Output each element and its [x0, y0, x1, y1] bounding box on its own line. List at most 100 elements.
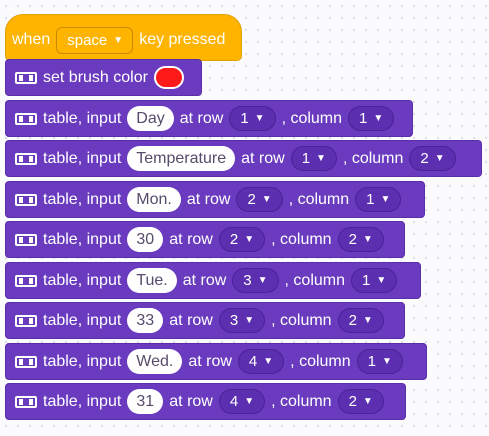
- at-row-label: at row: [179, 109, 224, 127]
- table-input-label: table, input: [43, 311, 122, 329]
- column-dropdown[interactable]: 1 ▼: [355, 187, 402, 212]
- column-dropdown[interactable]: 2 ▼: [409, 146, 456, 171]
- column-dropdown-value: 2: [420, 150, 429, 167]
- key-dropdown[interactable]: space ▼: [56, 26, 134, 54]
- column-label: , column: [288, 190, 350, 208]
- row-dropdown-value: 3: [243, 272, 252, 289]
- at-row-label: at row: [186, 190, 231, 208]
- table-input-block[interactable]: table, input 30 at row 2 ▼, column 2 ▼: [5, 221, 405, 258]
- chevron-down-icon: ▼: [244, 234, 255, 245]
- row-dropdown-value: 2: [229, 231, 239, 248]
- table-extension-icon: [15, 314, 37, 327]
- chevron-down-icon: ▼: [434, 153, 445, 164]
- chevron-down-icon: ▼: [257, 275, 268, 286]
- column-dropdown-value: 2: [348, 312, 357, 329]
- chevron-down-icon: ▼: [380, 194, 391, 205]
- table-input-label: table, input: [43, 230, 122, 248]
- hat-block-content: when space ▼ key pressed: [5, 22, 225, 58]
- column-dropdown-value: 1: [359, 110, 368, 127]
- column-dropdown[interactable]: 2 ▼: [337, 227, 384, 252]
- chevron-down-icon: ▼: [373, 113, 384, 124]
- column-dropdown[interactable]: 2 ▼: [337, 308, 384, 333]
- table-input-label: table, input: [43, 352, 122, 370]
- chevron-down-icon: ▼: [381, 356, 392, 367]
- at-row-label: at row: [169, 311, 213, 329]
- table-input-block[interactable]: table, input Mon. at row 2 ▼, column 1 ▼: [5, 181, 425, 218]
- row-dropdown-value: 3: [229, 312, 239, 329]
- column-dropdown-value: 1: [366, 191, 375, 208]
- column-dropdown-value: 1: [362, 272, 371, 289]
- at-row-label: at row: [188, 352, 232, 370]
- table-extension-icon: [15, 193, 37, 206]
- cell-value-input[interactable]: 31: [127, 389, 164, 414]
- row-dropdown[interactable]: 3 ▼: [218, 308, 266, 333]
- at-row-label: at row: [169, 392, 213, 410]
- set-brush-color-label: set brush color: [43, 68, 148, 86]
- at-row-label: at row: [169, 230, 213, 248]
- key-dropdown-value: space: [67, 31, 108, 49]
- table-extension-icon: [15, 274, 37, 287]
- cell-value-input[interactable]: Mon.: [127, 187, 181, 212]
- chevron-down-icon: ▼: [362, 234, 373, 245]
- when-label: when: [12, 31, 51, 48]
- table-input-block[interactable]: table, input Temperature at row 1 ▼, column 2…: [5, 140, 482, 177]
- table-extension-icon: [15, 233, 37, 246]
- at-row-label: at row: [182, 271, 227, 289]
- column-label: , column: [290, 352, 351, 370]
- cell-value-input[interactable]: 30: [127, 227, 164, 252]
- cell-value-input[interactable]: Temperature: [127, 146, 236, 171]
- table-input-label: table, input: [43, 392, 122, 410]
- column-label: , column: [342, 149, 404, 167]
- table-input-block[interactable]: table, input Tue. at row 3 ▼, column 1 ▼: [5, 262, 421, 299]
- table-input-label: table, input: [43, 109, 122, 127]
- column-label: , column: [271, 392, 332, 410]
- chevron-down-icon: ▼: [113, 34, 124, 46]
- table-extension-icon: [15, 355, 37, 368]
- cell-value-input[interactable]: Wed.: [127, 349, 183, 374]
- column-dropdown-value: 1: [367, 353, 376, 370]
- table-input-label: table, input: [43, 149, 122, 167]
- at-row-label: at row: [241, 149, 285, 167]
- brush-color-swatch[interactable]: [153, 66, 184, 89]
- cell-value-input[interactable]: 33: [127, 308, 164, 333]
- table-extension-icon: [15, 71, 37, 84]
- column-dropdown[interactable]: 1 ▼: [351, 268, 398, 293]
- chevron-down-icon: ▼: [376, 275, 387, 286]
- set-brush-color-block[interactable]: set brush color: [5, 59, 202, 96]
- key-pressed-label: key pressed: [139, 31, 226, 48]
- chevron-down-icon: ▼: [362, 315, 373, 326]
- row-dropdown[interactable]: 2 ▼: [236, 187, 283, 212]
- table-input-label: table, input: [43, 190, 122, 208]
- column-dropdown[interactable]: 1 ▼: [348, 106, 395, 131]
- table-extension-icon: [15, 395, 37, 408]
- table-input-label: table, input: [43, 271, 122, 289]
- column-label: , column: [271, 311, 332, 329]
- row-dropdown[interactable]: 1 ▼: [290, 146, 337, 171]
- row-dropdown-value: 1: [301, 150, 311, 167]
- row-dropdown-value: 4: [229, 393, 239, 410]
- row-dropdown[interactable]: 1 ▼: [229, 106, 276, 131]
- chevron-down-icon: ▼: [254, 113, 265, 124]
- row-dropdown[interactable]: 2 ▼: [218, 227, 266, 252]
- chevron-down-icon: ▼: [316, 153, 326, 164]
- row-dropdown-value: 4: [248, 353, 258, 370]
- chevron-down-icon: ▼: [263, 356, 274, 367]
- column-label: , column: [271, 230, 332, 248]
- cell-value-input[interactable]: Day: [127, 106, 174, 131]
- chevron-down-icon: ▼: [362, 396, 373, 407]
- table-extension-icon: [15, 112, 37, 125]
- table-input-block[interactable]: table, input Day at row 1 ▼, column 1 ▼: [5, 100, 413, 137]
- chevron-down-icon: ▼: [261, 194, 272, 205]
- column-dropdown[interactable]: 2 ▼: [337, 389, 384, 414]
- cell-value-input[interactable]: Tue.: [127, 268, 177, 293]
- column-dropdown[interactable]: 1 ▼: [356, 349, 403, 374]
- row-dropdown[interactable]: 4 ▼: [237, 349, 285, 374]
- table-input-block[interactable]: table, input Wed. at row 4 ▼, column 1 ▼: [5, 343, 427, 380]
- table-input-block[interactable]: table, input 33 at row 3 ▼, column 2 ▼: [5, 302, 405, 339]
- column-label: , column: [284, 271, 345, 289]
- column-label: , column: [281, 109, 343, 127]
- row-dropdown[interactable]: 4 ▼: [218, 389, 266, 414]
- column-dropdown-value: 2: [348, 231, 357, 248]
- row-dropdown[interactable]: 3 ▼: [232, 268, 279, 293]
- table-input-block[interactable]: table, input 31 at row 4 ▼, column 2 ▼: [5, 383, 406, 420]
